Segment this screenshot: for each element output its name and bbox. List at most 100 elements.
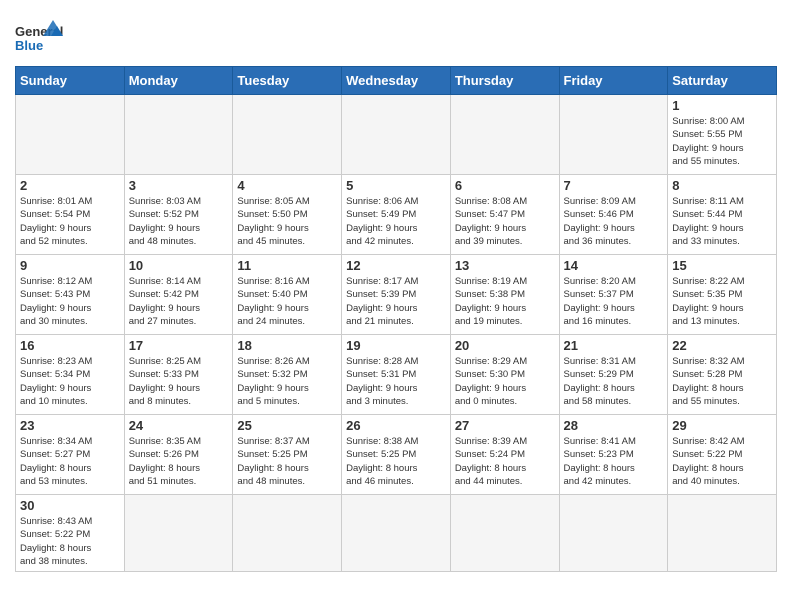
logo: General Blue — [15, 18, 65, 60]
day-number: 30 — [20, 498, 120, 513]
day-cell-7: 7Sunrise: 8:09 AM Sunset: 5:46 PM Daylig… — [559, 175, 668, 255]
empty-cell — [342, 495, 451, 572]
day-cell-6: 6Sunrise: 8:08 AM Sunset: 5:47 PM Daylig… — [450, 175, 559, 255]
day-info: Sunrise: 8:05 AM Sunset: 5:50 PM Dayligh… — [237, 195, 337, 248]
day-info: Sunrise: 8:00 AM Sunset: 5:55 PM Dayligh… — [672, 115, 772, 168]
day-number: 22 — [672, 338, 772, 353]
day-cell-16: 16 Sunrise: 8:23 AM Sunset: 5:34 PM Dayli… — [16, 335, 125, 415]
day-cell-21: 21 Sunrise: 8:31 AM Sunset: 5:29 PM Dayli… — [559, 335, 668, 415]
day-cell-2: 2 Sunrise: 8:01 AM Sunset: 5:54 PM Daylig… — [16, 175, 125, 255]
day-cell-10: 10Sunrise: 8:14 AM Sunset: 5:42 PM Dayli… — [124, 255, 233, 335]
empty-cell — [233, 95, 342, 175]
weekday-header-friday: Friday — [559, 67, 668, 95]
empty-cell — [233, 495, 342, 572]
day-cell-30: 30 Sunrise: 8:43 AM Sunset: 5:22 PM Dayli… — [16, 495, 125, 572]
day-info: Sunrise: 8:23 AM Sunset: 5:34 PM Dayligh… — [20, 355, 120, 408]
empty-cell — [668, 495, 777, 572]
empty-cell — [559, 95, 668, 175]
day-cell-3: 3Sunrise: 8:03 AM Sunset: 5:52 PM Daylig… — [124, 175, 233, 255]
day-info: Sunrise: 8:42 AM Sunset: 5:22 PM Dayligh… — [672, 435, 772, 488]
day-number: 2 — [20, 178, 120, 193]
empty-cell — [450, 95, 559, 175]
weekday-header-thursday: Thursday — [450, 67, 559, 95]
day-cell-28: 28 Sunrise: 8:41 AM Sunset: 5:23 PM Dayli… — [559, 415, 668, 495]
day-number: 18 — [237, 338, 337, 353]
day-number: 9 — [20, 258, 120, 273]
day-cell-4: 4 Sunrise: 8:05 AM Sunset: 5:50 PM Daylig… — [233, 175, 342, 255]
day-number: 25 — [237, 418, 337, 433]
day-info: Sunrise: 8:01 AM Sunset: 5:54 PM Dayligh… — [20, 195, 120, 248]
empty-cell — [124, 495, 233, 572]
day-number: 20 — [455, 338, 555, 353]
day-cell-13: 13Sunrise: 8:19 AM Sunset: 5:38 PM Dayli… — [450, 255, 559, 335]
day-number: 5 — [346, 178, 446, 193]
day-number: 1 — [672, 98, 772, 113]
weekday-header-monday: Monday — [124, 67, 233, 95]
day-number: 4 — [237, 178, 337, 193]
day-cell-5: 5 Sunrise: 8:06 AM Sunset: 5:49 PM Daylig… — [342, 175, 451, 255]
empty-cell — [124, 95, 233, 175]
day-info: Sunrise: 8:16 AM Sunset: 5:40 PM Dayligh… — [237, 275, 337, 328]
day-cell-19: 19Sunrise: 8:28 AM Sunset: 5:31 PM Dayli… — [342, 335, 451, 415]
day-number: 10 — [129, 258, 229, 273]
day-cell-24: 24 Sunrise: 8:35 AM Sunset: 5:26 PM Dayli… — [124, 415, 233, 495]
day-info: Sunrise: 8:39 AM Sunset: 5:24 PM Dayligh… — [455, 435, 555, 488]
day-number: 16 — [20, 338, 120, 353]
day-info: Sunrise: 8:09 AM Sunset: 5:46 PM Dayligh… — [564, 195, 664, 248]
day-number: 26 — [346, 418, 446, 433]
weekday-header-tuesday: Tuesday — [233, 67, 342, 95]
day-info: Sunrise: 8:25 AM Sunset: 5:33 PM Dayligh… — [129, 355, 229, 408]
calendar-row-3: 16 Sunrise: 8:23 AM Sunset: 5:34 PM Dayli… — [16, 335, 777, 415]
day-cell-11: 11 Sunrise: 8:16 AM Sunset: 5:40 PM Dayli… — [233, 255, 342, 335]
empty-cell — [16, 95, 125, 175]
day-info: Sunrise: 8:35 AM Sunset: 5:26 PM Dayligh… — [129, 435, 229, 488]
day-info: Sunrise: 8:28 AM Sunset: 5:31 PM Dayligh… — [346, 355, 446, 408]
day-info: Sunrise: 8:37 AM Sunset: 5:25 PM Dayligh… — [237, 435, 337, 488]
day-number: 11 — [237, 258, 337, 273]
day-info: Sunrise: 8:43 AM Sunset: 5:22 PM Dayligh… — [20, 515, 120, 568]
day-info: Sunrise: 8:03 AM Sunset: 5:52 PM Dayligh… — [129, 195, 229, 248]
svg-text:Blue: Blue — [15, 38, 43, 53]
day-cell-17: 17 Sunrise: 8:25 AM Sunset: 5:33 PM Dayli… — [124, 335, 233, 415]
day-cell-26: 26 Sunrise: 8:38 AM Sunset: 5:25 PM Dayli… — [342, 415, 451, 495]
day-cell-18: 18Sunrise: 8:26 AM Sunset: 5:32 PM Dayli… — [233, 335, 342, 415]
day-info: Sunrise: 8:32 AM Sunset: 5:28 PM Dayligh… — [672, 355, 772, 408]
calendar-row-2: 9 Sunrise: 8:12 AM Sunset: 5:43 PM Daylig… — [16, 255, 777, 335]
day-number: 6 — [455, 178, 555, 193]
day-cell-15: 15 Sunrise: 8:22 AM Sunset: 5:35 PM Dayli… — [668, 255, 777, 335]
day-number: 17 — [129, 338, 229, 353]
page-header: General Blue — [15, 10, 777, 60]
day-number: 29 — [672, 418, 772, 433]
day-number: 15 — [672, 258, 772, 273]
day-cell-8: 8Sunrise: 8:11 AM Sunset: 5:44 PM Daylig… — [668, 175, 777, 255]
day-cell-25: 25 Sunrise: 8:37 AM Sunset: 5:25 PM Dayli… — [233, 415, 342, 495]
day-cell-9: 9 Sunrise: 8:12 AM Sunset: 5:43 PM Daylig… — [16, 255, 125, 335]
empty-cell — [559, 495, 668, 572]
day-info: Sunrise: 8:12 AM Sunset: 5:43 PM Dayligh… — [20, 275, 120, 328]
empty-cell — [342, 95, 451, 175]
day-number: 24 — [129, 418, 229, 433]
day-info: Sunrise: 8:17 AM Sunset: 5:39 PM Dayligh… — [346, 275, 446, 328]
calendar-row-0: 1 Sunrise: 8:00 AM Sunset: 5:55 PM Daylig… — [16, 95, 777, 175]
day-info: Sunrise: 8:22 AM Sunset: 5:35 PM Dayligh… — [672, 275, 772, 328]
weekday-header-wednesday: Wednesday — [342, 67, 451, 95]
calendar-row-4: 23Sunrise: 8:34 AM Sunset: 5:27 PM Dayli… — [16, 415, 777, 495]
day-cell-1: 1 Sunrise: 8:00 AM Sunset: 5:55 PM Daylig… — [668, 95, 777, 175]
day-info: Sunrise: 8:11 AM Sunset: 5:44 PM Dayligh… — [672, 195, 772, 248]
day-cell-12: 12 Sunrise: 8:17 AM Sunset: 5:39 PM Dayli… — [342, 255, 451, 335]
day-info: Sunrise: 8:41 AM Sunset: 5:23 PM Dayligh… — [564, 435, 664, 488]
empty-cell — [450, 495, 559, 572]
day-number: 12 — [346, 258, 446, 273]
day-cell-20: 20Sunrise: 8:29 AM Sunset: 5:30 PM Dayli… — [450, 335, 559, 415]
day-number: 27 — [455, 418, 555, 433]
day-info: Sunrise: 8:38 AM Sunset: 5:25 PM Dayligh… — [346, 435, 446, 488]
day-info: Sunrise: 8:31 AM Sunset: 5:29 PM Dayligh… — [564, 355, 664, 408]
weekday-header-row: SundayMondayTuesdayWednesdayThursdayFrid… — [16, 67, 777, 95]
day-cell-22: 22 Sunrise: 8:32 AM Sunset: 5:28 PM Dayli… — [668, 335, 777, 415]
day-number: 28 — [564, 418, 664, 433]
day-number: 21 — [564, 338, 664, 353]
calendar: SundayMondayTuesdayWednesdayThursdayFrid… — [15, 66, 777, 572]
calendar-row-1: 2 Sunrise: 8:01 AM Sunset: 5:54 PM Daylig… — [16, 175, 777, 255]
day-info: Sunrise: 8:06 AM Sunset: 5:49 PM Dayligh… — [346, 195, 446, 248]
day-cell-23: 23Sunrise: 8:34 AM Sunset: 5:27 PM Dayli… — [16, 415, 125, 495]
